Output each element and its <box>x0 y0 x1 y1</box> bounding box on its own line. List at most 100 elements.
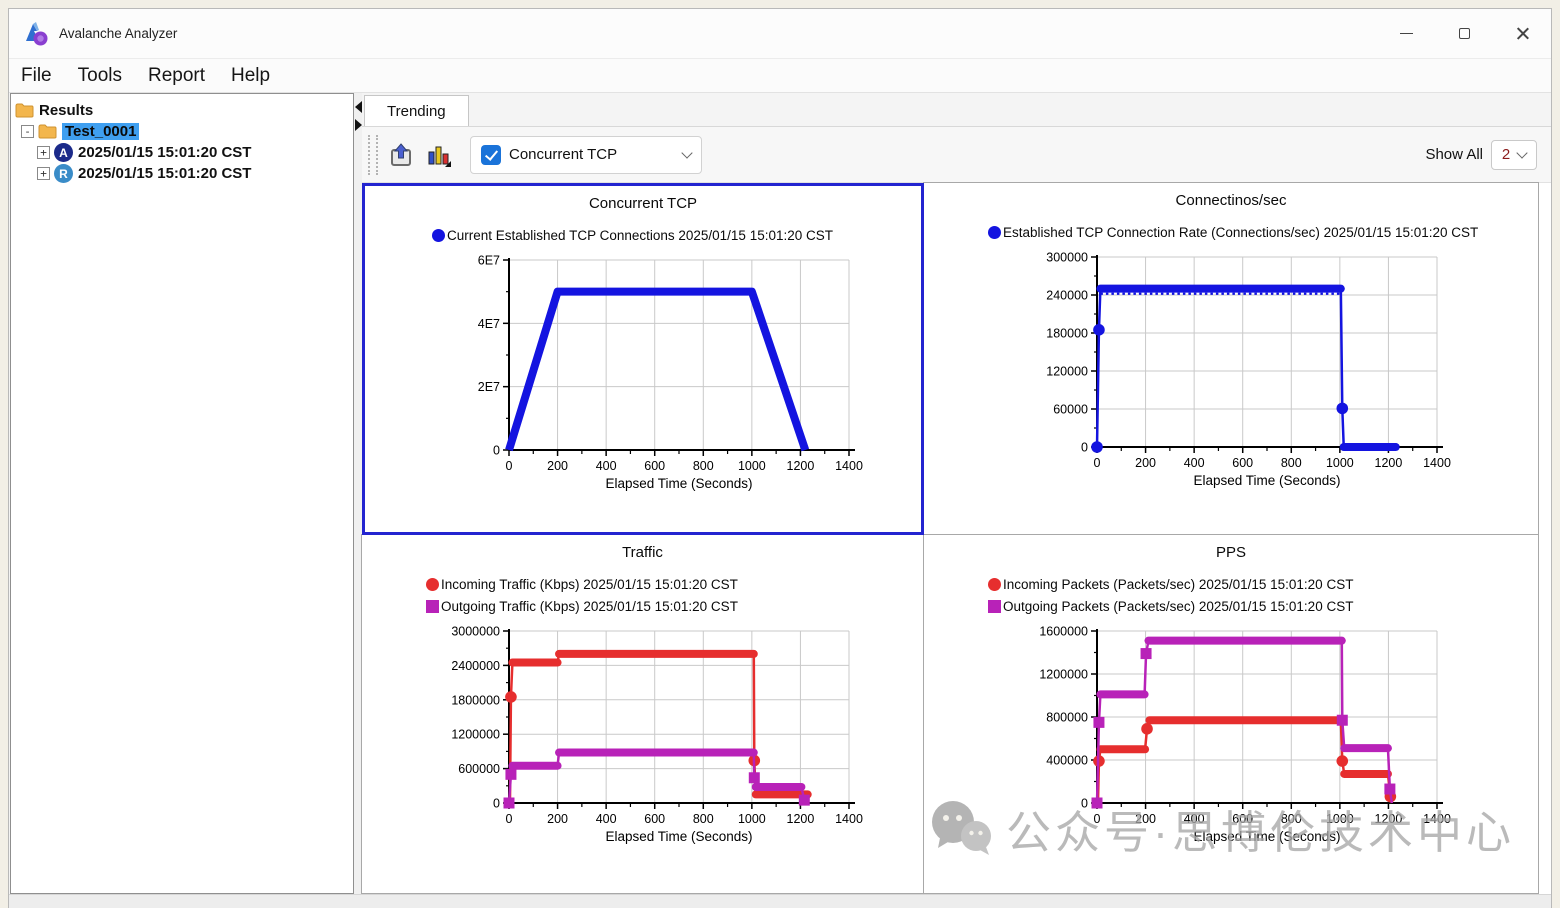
chart-panel-traffic[interactable]: Traffic Incoming Traffic (Kbps) 2025/01/1… <box>361 534 924 894</box>
expand-expander-icon[interactable]: + <box>37 146 50 159</box>
legend-label: Incoming Traffic (Kbps) 2025/01/15 15:01… <box>441 577 738 592</box>
svg-text:1000: 1000 <box>1326 812 1354 826</box>
svg-text:Elapsed Time (Seconds): Elapsed Time (Seconds) <box>605 476 752 491</box>
app-window: Avalanche Analyzer File Tools Report Hel… <box>8 8 1552 908</box>
svg-text:1400: 1400 <box>835 812 863 826</box>
chart-plot: 0600000120000018000002400000300000002004… <box>417 621 869 855</box>
svg-text:400: 400 <box>1184 812 1205 826</box>
svg-text:1600000: 1600000 <box>1039 625 1088 639</box>
svg-text:1400: 1400 <box>1423 456 1451 470</box>
menu-bar: File Tools Report Help <box>9 59 1551 93</box>
svg-text:800: 800 <box>1281 812 1302 826</box>
show-all-label: Show All <box>1425 146 1483 163</box>
chart-plot: 0600001200001800002400003000000200400600… <box>1005 247 1457 499</box>
chart-title: PPS <box>924 544 1538 561</box>
legend-label: Current Established TCP Connections 2025… <box>447 228 833 243</box>
svg-text:200: 200 <box>1135 456 1156 470</box>
chart-panel-pps[interactable]: PPS Incoming Packets (Packets/sec) 2025/0… <box>923 534 1539 894</box>
tab-trending[interactable]: Trending <box>364 95 469 126</box>
circle-legend-marker-icon <box>426 578 439 591</box>
r-badge-icon: R <box>54 164 73 183</box>
svg-text:1200000: 1200000 <box>1039 668 1088 682</box>
svg-text:200: 200 <box>1135 812 1156 826</box>
svg-text:Elapsed Time (Seconds): Elapsed Time (Seconds) <box>1193 829 1340 844</box>
title-bar: Avalanche Analyzer <box>9 9 1551 59</box>
collapse-expander-icon[interactable]: - <box>21 125 34 138</box>
show-all-value: 2 <box>1502 146 1510 163</box>
legend-label: Established TCP Connection Rate (Connect… <box>1003 225 1478 240</box>
chart-title: Connectinos/sec <box>924 192 1538 209</box>
main-panel: Trending Concurrent TCP <box>362 93 1551 894</box>
close-icon <box>1516 27 1529 40</box>
chart-legend: Incoming Traffic (Kbps) 2025/01/15 15:01… <box>426 573 923 617</box>
show-all-group: Show All 2 <box>1425 140 1537 170</box>
svg-text:400: 400 <box>1184 456 1205 470</box>
menu-file[interactable]: File <box>21 65 52 87</box>
close-button[interactable] <box>1493 9 1551 58</box>
svg-text:1200: 1200 <box>1375 456 1403 470</box>
app-logo-icon <box>23 21 49 47</box>
svg-text:0: 0 <box>505 812 512 826</box>
menu-report[interactable]: Report <box>148 65 205 87</box>
menu-tools[interactable]: Tools <box>78 65 122 87</box>
svg-text:800: 800 <box>693 459 714 473</box>
square-legend-marker-icon <box>988 600 1001 613</box>
svg-text:600: 600 <box>644 812 665 826</box>
status-bar <box>9 894 1551 908</box>
results-tree-panel: Results - Test_0001 + A 2025/01/15 15:01… <box>10 93 354 894</box>
chart-panel-connections-sec[interactable]: Connectinos/sec Established TCP Connectio… <box>923 182 1539 535</box>
folder-icon <box>15 103 34 118</box>
expand-expander-icon[interactable]: + <box>37 167 50 180</box>
svg-text:600: 600 <box>1232 456 1253 470</box>
circle-legend-marker-icon <box>432 229 445 242</box>
show-all-select[interactable]: 2 <box>1491 140 1537 170</box>
checkbox-checked-icon[interactable] <box>481 145 501 165</box>
expand-right-icon[interactable] <box>355 119 362 131</box>
svg-text:1200: 1200 <box>786 812 814 826</box>
chart-panel-concurrent-tcp[interactable]: Concurrent TCPCurrent Established TCP Co… <box>362 183 924 535</box>
svg-text:0: 0 <box>493 444 500 458</box>
svg-text:600000: 600000 <box>458 762 500 776</box>
export-icon[interactable] <box>388 142 414 168</box>
tree-item-test-0001[interactable]: - Test_0001 <box>15 121 349 142</box>
legend-label: Incoming Packets (Packets/sec) 2025/01/1… <box>1003 577 1353 592</box>
svg-text:1200000: 1200000 <box>451 728 500 742</box>
circle-legend-marker-icon <box>988 578 1001 591</box>
svg-text:Elapsed Time (Seconds): Elapsed Time (Seconds) <box>1193 473 1340 488</box>
tab-label: Trending <box>387 103 446 120</box>
svg-text:600: 600 <box>644 459 665 473</box>
tree-item-label: Results <box>39 102 93 119</box>
maximize-icon <box>1459 28 1470 39</box>
svg-text:1400: 1400 <box>1423 812 1451 826</box>
tree-item-label: 2025/01/15 15:01:20 CST <box>78 144 251 161</box>
svg-text:1800000: 1800000 <box>451 693 500 707</box>
tree-item-results[interactable]: Results <box>15 100 349 121</box>
svg-text:240000: 240000 <box>1046 289 1088 303</box>
svg-text:400: 400 <box>596 459 617 473</box>
toolbar-gripper[interactable] <box>368 135 378 175</box>
svg-text:1400: 1400 <box>835 459 863 473</box>
chart-type-icon[interactable] <box>426 142 452 168</box>
tree-item-run-a[interactable]: + A 2025/01/15 15:01:20 CST <box>15 142 349 163</box>
tree-item-run-r[interactable]: + R 2025/01/15 15:01:20 CST <box>15 163 349 184</box>
svg-text:800: 800 <box>692 812 713 826</box>
chart-legend: Current Established TCP Connections 2025… <box>432 224 918 246</box>
chart-select-combobox[interactable]: Concurrent TCP <box>470 136 702 174</box>
svg-text:0: 0 <box>1081 797 1088 811</box>
svg-text:200: 200 <box>547 459 568 473</box>
svg-text:6E7: 6E7 <box>478 254 500 268</box>
maximize-button[interactable] <box>1435 9 1493 58</box>
collapse-left-icon[interactable] <box>355 101 362 113</box>
chart-legend: Established TCP Connection Rate (Connect… <box>988 221 1538 243</box>
svg-text:400: 400 <box>595 812 616 826</box>
chart-title: Traffic <box>362 544 923 561</box>
svg-text:1200: 1200 <box>787 459 815 473</box>
menu-help[interactable]: Help <box>231 65 270 87</box>
content-area: Results - Test_0001 + A 2025/01/15 15:01… <box>9 93 1551 894</box>
svg-text:120000: 120000 <box>1046 365 1088 379</box>
minimize-button[interactable] <box>1377 9 1435 58</box>
svg-text:800000: 800000 <box>1046 711 1088 725</box>
svg-text:0: 0 <box>1081 441 1088 455</box>
svg-text:0: 0 <box>1094 812 1101 826</box>
svg-text:600: 600 <box>1232 812 1253 826</box>
